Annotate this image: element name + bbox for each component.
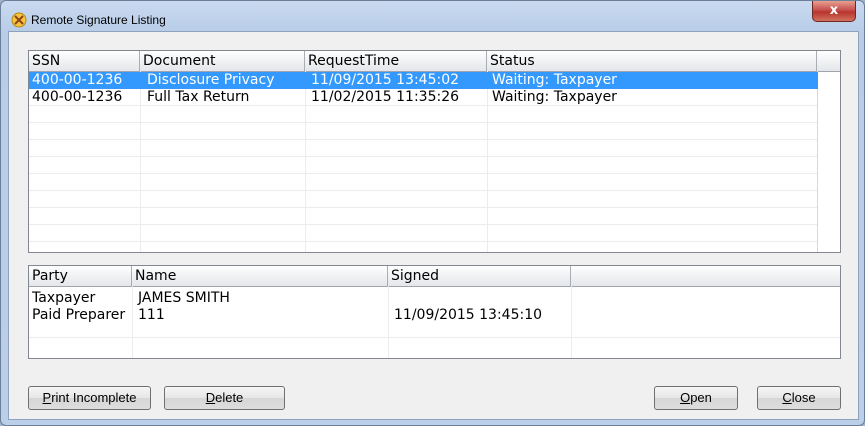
grid-line bbox=[29, 207, 818, 208]
cell-ssn: 400-00-1236 bbox=[32, 89, 123, 105]
mnemonic: C bbox=[782, 390, 792, 405]
signature-parties-list[interactable]: Party Name Signed Taxpayer JAMES SMITH P… bbox=[28, 265, 841, 359]
cell-signed bbox=[388, 290, 571, 307]
mnemonic: O bbox=[680, 390, 691, 405]
grid-line bbox=[29, 139, 818, 140]
column-header-blank bbox=[571, 266, 840, 286]
button-label: lose bbox=[791, 390, 816, 405]
print-incomplete-button[interactable]: Print Incomplete bbox=[28, 386, 151, 410]
column-header-name[interactable]: Name bbox=[132, 266, 388, 286]
cell-document: Disclosure Privacy bbox=[147, 72, 275, 88]
cell-ssn: 400-00-1236 bbox=[32, 72, 123, 88]
parties-header: Party Name Signed bbox=[29, 266, 840, 287]
signature-pen-icon bbox=[11, 12, 27, 28]
cell-party: Taxpayer bbox=[32, 290, 96, 306]
close-button[interactable]: Close bbox=[757, 386, 841, 410]
cell-signed: 11/09/2015 13:45:10 bbox=[394, 307, 543, 323]
grid-line bbox=[29, 173, 818, 174]
window-title: Remote Signature Listing bbox=[31, 13, 166, 27]
grid-line bbox=[29, 241, 818, 242]
cell-name: JAMES SMITH bbox=[138, 290, 230, 306]
grid-line bbox=[29, 224, 818, 225]
open-button[interactable]: Open bbox=[654, 386, 738, 410]
cell-name: 111 bbox=[138, 307, 165, 323]
cell-status: Waiting: Taxpayer bbox=[492, 72, 617, 88]
column-header-ssn[interactable]: SSN bbox=[29, 51, 140, 71]
table-row[interactable]: Taxpayer JAMES SMITH bbox=[29, 290, 840, 307]
cell-request-time: 11/02/2015 11:35:26 bbox=[311, 89, 460, 105]
delete-button[interactable]: Delete bbox=[164, 386, 285, 410]
column-header-status[interactable]: Status bbox=[487, 51, 817, 71]
cell-status: Waiting: Taxpayer bbox=[492, 89, 617, 105]
column-header-document[interactable]: Document bbox=[140, 51, 305, 71]
mnemonic: D bbox=[205, 390, 216, 405]
column-header-signed[interactable]: Signed bbox=[388, 266, 571, 286]
cell-request-time: 11/09/2015 13:45:02 bbox=[311, 72, 460, 88]
table-row[interactable]: 400-00-1236 Full Tax Return 11/02/2015 1… bbox=[29, 89, 818, 106]
column-header-requesttime[interactable]: RequestTime bbox=[305, 51, 487, 71]
column-header-party[interactable]: Party bbox=[29, 266, 132, 286]
window-close-button[interactable]: x bbox=[812, 1, 856, 22]
mnemonic: P bbox=[42, 390, 52, 405]
grid-line bbox=[29, 190, 818, 191]
cell-party: Paid Preparer bbox=[32, 307, 126, 323]
grid-line bbox=[29, 337, 840, 338]
button-label: pen bbox=[690, 390, 712, 405]
grid-line bbox=[29, 156, 818, 157]
title-bar[interactable]: Remote Signature Listing x bbox=[1, 1, 864, 35]
table-row[interactable]: Paid Preparer 111 11/09/2015 13:45:10 bbox=[29, 307, 840, 324]
cell-document: Full Tax Return bbox=[147, 89, 250, 105]
button-label: rint Incomplete bbox=[51, 390, 137, 405]
dialog-client-area: SSN Document RequestTime Status 400-00-1… bbox=[8, 31, 859, 420]
signature-requests-list[interactable]: SSN Document RequestTime Status 400-00-1… bbox=[28, 50, 841, 253]
table-row[interactable]: 400-00-1236 Disclosure Privacy 11/09/201… bbox=[29, 72, 818, 89]
dialog-window: Remote Signature Listing x SSN Document … bbox=[0, 0, 865, 426]
requests-header: SSN Document RequestTime Status bbox=[29, 51, 840, 72]
grid-line bbox=[29, 122, 818, 123]
button-label: elete bbox=[215, 390, 244, 405]
